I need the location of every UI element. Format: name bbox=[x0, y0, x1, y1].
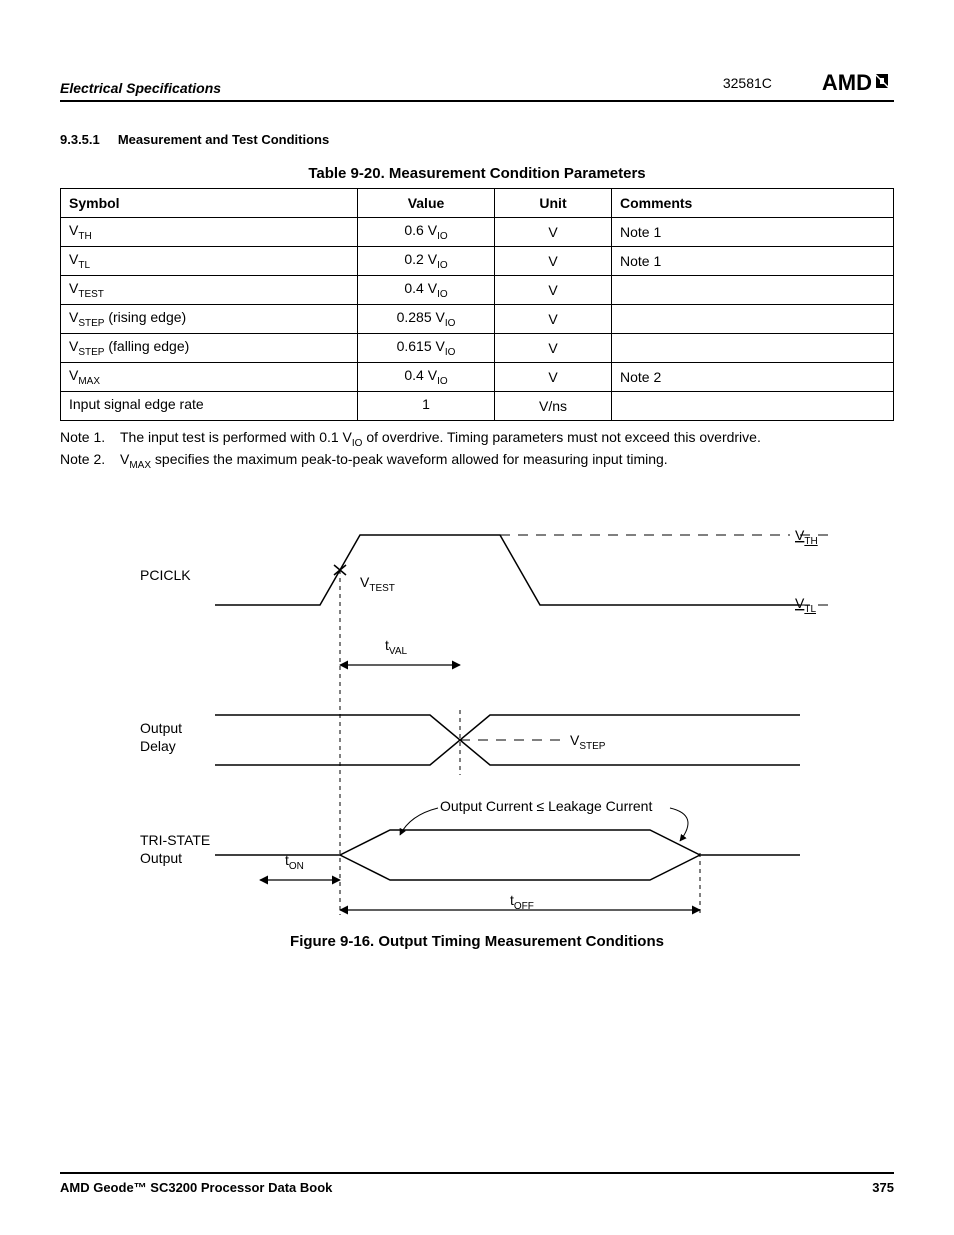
figure-9-16: PCICLK VTH VTL VTEST tVAL Output Delay bbox=[60, 515, 894, 925]
cell-comment bbox=[612, 305, 894, 334]
section-heading: 9.3.5.1 Measurement and Test Conditions bbox=[60, 132, 894, 147]
note-2: Note 2. VMAX specifies the maximum peak-… bbox=[60, 451, 894, 471]
svg-text:Output: Output bbox=[140, 720, 182, 736]
header-docnum: 32581C bbox=[723, 75, 772, 91]
timing-diagram: PCICLK VTH VTL VTEST tVAL Output Delay bbox=[60, 515, 894, 925]
cell-value: 0.4 VIO bbox=[358, 363, 495, 392]
svg-text:VTEST: VTEST bbox=[360, 574, 395, 594]
cell-symbol: VTL bbox=[61, 247, 358, 276]
note-2-text: VMAX specifies the maximum peak-to-peak … bbox=[120, 451, 668, 471]
cell-symbol: VMAX bbox=[61, 363, 358, 392]
svg-text:VSTEP: VSTEP bbox=[570, 732, 606, 752]
table-row: Input signal edge rate 1 V/ns bbox=[61, 392, 894, 421]
note-1: Note 1. The input test is performed with… bbox=[60, 429, 894, 449]
table-row: VTL 0.2 VIO V Note 1 bbox=[61, 247, 894, 276]
table-row: VSTEP (falling edge) 0.615 VIO V bbox=[61, 334, 894, 363]
svg-text:TRI-STATE: TRI-STATE bbox=[140, 832, 210, 848]
table-notes: Note 1. The input test is performed with… bbox=[60, 429, 894, 471]
page: Electrical Specifications 32581C AMD 9.3… bbox=[0, 0, 954, 1235]
cell-unit: V/ns bbox=[495, 392, 612, 421]
footer-page-number: 375 bbox=[872, 1180, 894, 1195]
parameters-table: Symbol Value Unit Comments VTH 0.6 VIO V… bbox=[60, 188, 894, 421]
svg-text:VTH: VTH bbox=[795, 527, 818, 547]
svg-text:Delay: Delay bbox=[140, 738, 176, 754]
cell-comment: Note 2 bbox=[612, 363, 894, 392]
table-row: VSTEP (rising edge) 0.285 VIO V bbox=[61, 305, 894, 334]
cell-value: 0.285 VIO bbox=[358, 305, 495, 334]
cell-value: 0.2 VIO bbox=[358, 247, 495, 276]
amd-logo-text: AMD bbox=[822, 70, 872, 96]
cell-unit: V bbox=[495, 363, 612, 392]
cell-comment bbox=[612, 276, 894, 305]
table-caption: Table 9-20. Measurement Condition Parame… bbox=[60, 165, 894, 182]
cell-value: 0.6 VIO bbox=[358, 218, 495, 247]
cell-symbol: VTEST bbox=[61, 276, 358, 305]
section-number: 9.3.5.1 bbox=[60, 132, 100, 147]
cell-unit: V bbox=[495, 305, 612, 334]
svg-text:tOFF: tOFF bbox=[510, 892, 534, 912]
cell-value: 0.615 VIO bbox=[358, 334, 495, 363]
label-pciclk: PCICLK bbox=[140, 567, 191, 583]
table-row: VMAX 0.4 VIO V Note 2 bbox=[61, 363, 894, 392]
cell-unit: V bbox=[495, 247, 612, 276]
svg-text:VTL: VTL bbox=[795, 595, 816, 615]
cell-unit: V bbox=[495, 276, 612, 305]
cell-unit: V bbox=[495, 218, 612, 247]
table-header-row: Symbol Value Unit Comments bbox=[61, 189, 894, 218]
th-value: Value bbox=[358, 189, 495, 218]
svg-text:Output Current ≤ Leakage Cur: Output Current ≤ Leakage Current bbox=[440, 798, 652, 814]
cell-comment: Note 1 bbox=[612, 218, 894, 247]
header-right: 32581C AMD bbox=[723, 70, 894, 96]
note-1-label: Note 1. bbox=[60, 429, 120, 449]
amd-arrow-icon bbox=[874, 70, 894, 96]
cell-comment bbox=[612, 392, 894, 421]
note-1-text: The input test is performed with 0.1 VIO… bbox=[120, 429, 761, 449]
svg-text:tVAL: tVAL bbox=[385, 637, 407, 657]
th-symbol: Symbol bbox=[61, 189, 358, 218]
header-section-title: Electrical Specifications bbox=[60, 80, 221, 96]
svg-text:Output: Output bbox=[140, 850, 182, 866]
cell-symbol: Input signal edge rate bbox=[61, 392, 358, 421]
cell-symbol: VSTEP (falling edge) bbox=[61, 334, 358, 363]
cell-unit: V bbox=[495, 334, 612, 363]
cell-value: 1 bbox=[358, 392, 495, 421]
section-title: Measurement and Test Conditions bbox=[118, 132, 329, 147]
note-2-label: Note 2. bbox=[60, 451, 120, 471]
page-header: Electrical Specifications 32581C AMD bbox=[60, 70, 894, 102]
cell-comment bbox=[612, 334, 894, 363]
footer-book-title: AMD Geode™ SC3200 Processor Data Book bbox=[60, 1180, 332, 1195]
figure-caption: Figure 9-16. Output Timing Measurement C… bbox=[60, 933, 894, 950]
cell-value: 0.4 VIO bbox=[358, 276, 495, 305]
table-row: VTEST 0.4 VIO V bbox=[61, 276, 894, 305]
cell-symbol: VSTEP (rising edge) bbox=[61, 305, 358, 334]
page-footer: AMD Geode™ SC3200 Processor Data Book 37… bbox=[60, 1172, 894, 1195]
amd-logo: AMD bbox=[822, 70, 894, 96]
table-row: VTH 0.6 VIO V Note 1 bbox=[61, 218, 894, 247]
cell-symbol: VTH bbox=[61, 218, 358, 247]
cell-comment: Note 1 bbox=[612, 247, 894, 276]
th-comments: Comments bbox=[612, 189, 894, 218]
th-unit: Unit bbox=[495, 189, 612, 218]
